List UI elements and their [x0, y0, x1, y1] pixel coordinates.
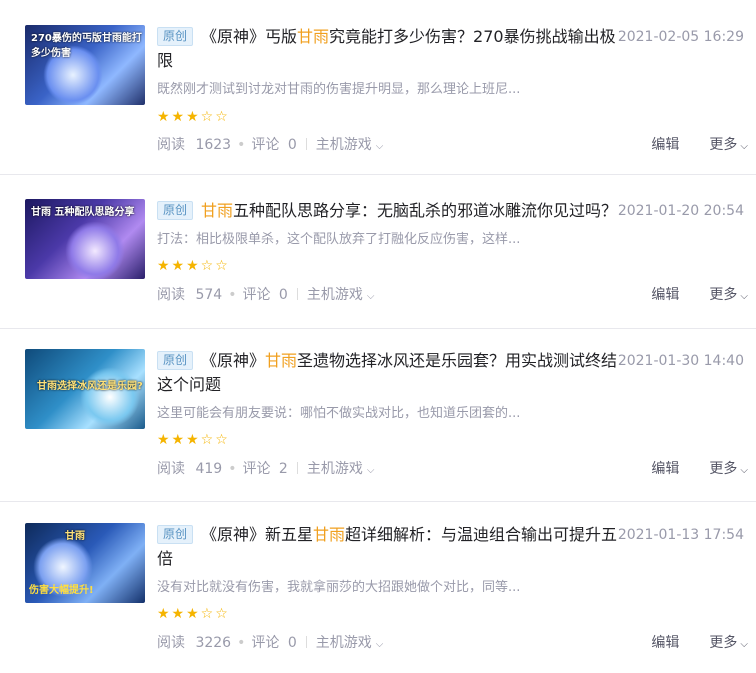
article-summary: 这里可能会有朋友要说：哪怕不做实战对比，也知道乐团套的... [157, 406, 521, 421]
article-list: 270暴伤的丐版甘雨能打多少伤害 原创 《原神》丐版甘雨究竟能打多少伤害？270暴… [0, 0, 756, 673]
read-label: 阅读 [157, 287, 185, 303]
thumbnail-caption: 甘雨 五种配队思路分享 [31, 207, 135, 218]
thumbnail-caption: 甘雨选择冰风还是乐园? [37, 381, 143, 392]
comment-count: 0 [287, 635, 297, 651]
more-button[interactable]: 更多 ⌵ [709, 137, 748, 153]
publish-date: 2021-01-13 17:54 [617, 527, 744, 543]
dot-separator: • [237, 137, 246, 153]
dot-separator: • [228, 461, 237, 477]
article-item: 270暴伤的丐版甘雨能打多少伤害 原创 《原神》丐版甘雨究竟能打多少伤害？270暴… [0, 25, 756, 175]
comment-count: 0 [278, 287, 288, 303]
article-actions: 编辑 更多 ⌵ [651, 135, 748, 157]
divider [296, 462, 298, 474]
read-label: 阅读 [157, 461, 185, 477]
edit-button[interactable]: 编辑 [651, 461, 679, 477]
read-count: 419 [195, 461, 223, 477]
divider [296, 288, 298, 300]
row-divider [0, 501, 756, 502]
article-meta: 阅读 419 • 评论 2 主机游戏 ⌵ [157, 459, 374, 481]
comment-label: 评论 [242, 461, 271, 477]
article-actions: 编辑 更多 ⌵ [651, 633, 748, 655]
article-summary: 没有对比就没有伤害，我就拿丽莎的大招跟她做个对比，同等... [157, 580, 521, 595]
star-rating: ★★★☆☆ [157, 606, 230, 622]
article-thumbnail[interactable]: 甘雨选择冰风还是乐园? [25, 349, 145, 429]
read-count: 1623 [195, 137, 232, 153]
category-dropdown[interactable]: 主机游戏 ⌵ [316, 635, 384, 651]
article-actions: 编辑 更多 ⌵ [651, 459, 748, 481]
more-button[interactable]: 更多 ⌵ [709, 635, 748, 651]
category-dropdown[interactable]: 主机游戏 ⌵ [307, 461, 375, 477]
comment-count: 0 [287, 137, 297, 153]
divider [305, 138, 307, 150]
divider [305, 636, 307, 648]
comment-count: 2 [278, 461, 288, 477]
article-title[interactable]: 原创 《原神》丐版甘雨究竟能打多少伤害？270暴伤挑战输出极限 [157, 25, 627, 73]
chevron-down-icon: ⌵ [375, 141, 384, 152]
article-summary: 既然刚才测试到讨龙对甘雨的伤害提升明显，那么理论上班尼... [157, 82, 521, 97]
article-item: 甘雨 伤害大幅提升! 原创 《原神》新五星甘雨超详细解析：与温迪组合输出可提升五倍… [0, 523, 756, 673]
article-actions: 编辑 更多 ⌵ [651, 285, 748, 307]
article-title[interactable]: 原创 甘雨五种配队思路分享：无脑乱杀的邪道冰雕流你见过吗？ [157, 199, 627, 223]
comment-label: 评论 [242, 287, 271, 303]
star-rating: ★★★☆☆ [157, 258, 230, 274]
dot-separator: • [228, 287, 237, 303]
row-divider [0, 328, 756, 329]
article-meta: 阅读 1623 • 评论 0 主机游戏 ⌵ [157, 135, 383, 157]
dot-separator: • [237, 635, 246, 651]
original-badge: 原创 [157, 525, 194, 544]
article-summary: 打法：相比极限单杀，这个配队放弃了打融化反应伤害，这样... [157, 232, 521, 247]
original-badge: 原创 [157, 27, 194, 46]
comment-label: 评论 [251, 137, 280, 153]
category-dropdown[interactable]: 主机游戏 ⌵ [307, 287, 375, 303]
original-badge: 原创 [157, 351, 194, 370]
article-meta: 阅读 3226 • 评论 0 主机游戏 ⌵ [157, 633, 383, 655]
read-count: 574 [195, 287, 223, 303]
chevron-down-icon: ⌵ [740, 465, 748, 476]
row-divider [0, 174, 756, 175]
star-rating: ★★★☆☆ [157, 432, 230, 448]
publish-date: 2021-01-30 14:40 [617, 353, 744, 369]
publish-date: 2021-02-05 16:29 [617, 29, 744, 45]
article-meta: 阅读 574 • 评论 0 主机游戏 ⌵ [157, 285, 374, 307]
chevron-down-icon: ⌵ [740, 639, 748, 650]
thumbnail-figure [65, 221, 125, 279]
more-button[interactable]: 更多 ⌵ [709, 287, 748, 303]
publish-date: 2021-01-20 20:54 [617, 203, 744, 219]
article-thumbnail[interactable]: 甘雨 五种配队思路分享 [25, 199, 145, 279]
edit-button[interactable]: 编辑 [651, 635, 679, 651]
thumbnail-figure [80, 367, 140, 427]
read-label: 阅读 [157, 635, 185, 651]
original-badge: 原创 [157, 201, 194, 220]
read-count: 3226 [195, 635, 232, 651]
chevron-down-icon: ⌵ [740, 141, 748, 152]
edit-button[interactable]: 编辑 [651, 287, 679, 303]
read-label: 阅读 [157, 137, 185, 153]
chevron-down-icon: ⌵ [740, 291, 748, 302]
more-button[interactable]: 更多 ⌵ [709, 461, 748, 477]
article-thumbnail[interactable]: 甘雨 伤害大幅提升! [25, 523, 145, 603]
thumbnail-caption: 甘雨 [65, 531, 85, 542]
article-item: 甘雨 五种配队思路分享 原创 甘雨五种配队思路分享：无脑乱杀的邪道冰雕流你见过吗？… [0, 199, 756, 329]
edit-button[interactable]: 编辑 [651, 137, 679, 153]
chevron-down-icon: ⌵ [375, 639, 384, 650]
comment-label: 评论 [251, 635, 280, 651]
chevron-down-icon: ⌵ [366, 291, 375, 302]
article-thumbnail[interactable]: 270暴伤的丐版甘雨能打多少伤害 [25, 25, 145, 105]
thumbnail-subcaption: 伤害大幅提升! [29, 585, 94, 596]
article-item: 甘雨选择冰风还是乐园? 原创 《原神》甘雨圣遗物选择冰风还是乐园套？用实战测试终结… [0, 349, 756, 502]
category-dropdown[interactable]: 主机游戏 ⌵ [316, 137, 384, 153]
article-title[interactable]: 原创 《原神》新五星甘雨超详细解析：与温迪组合输出可提升五倍 [157, 523, 627, 571]
article-title[interactable]: 原创 《原神》甘雨圣遗物选择冰风还是乐园套？用实战测试终结这个问题 [157, 349, 627, 397]
chevron-down-icon: ⌵ [366, 465, 375, 476]
thumbnail-caption: 270暴伤的丐版甘雨能打多少伤害 [31, 33, 142, 59]
star-rating: ★★★☆☆ [157, 109, 230, 125]
